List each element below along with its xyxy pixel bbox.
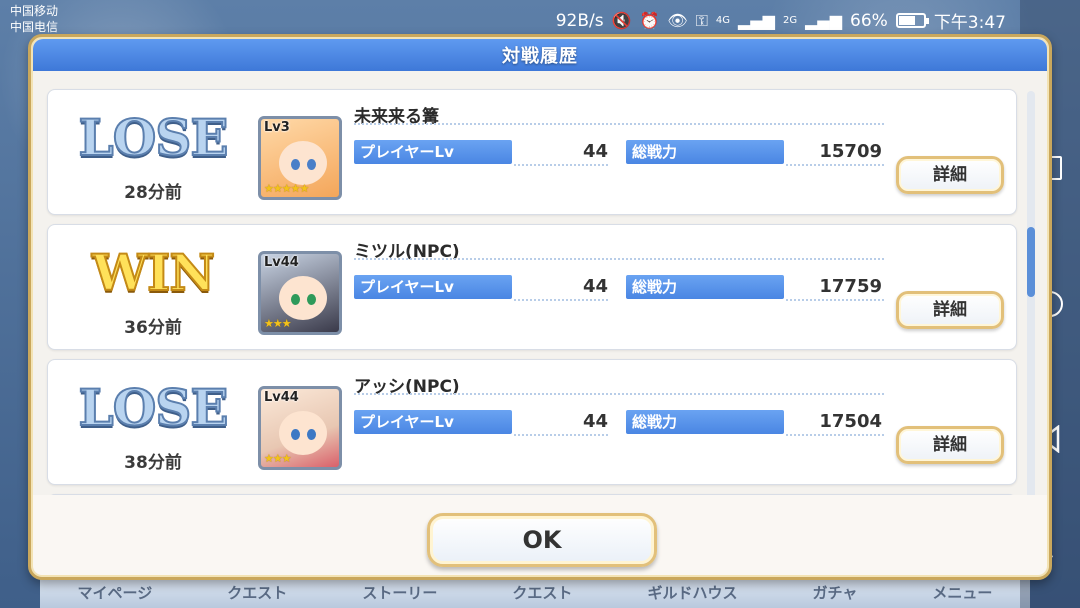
time-ago: 36分前 xyxy=(124,318,182,338)
network-type-2: 2G xyxy=(782,15,798,26)
result-label: LOSE xyxy=(78,107,230,168)
power-label: 総戦力 xyxy=(626,410,784,434)
battle-list[interactable]: LOSE 28分前 Lv3 ★★★★★ 未来来る篝 プレイヤーLv 44 総戦力… xyxy=(43,85,1023,503)
alarm-icon: ⏰ xyxy=(639,11,660,30)
player-lv-label: プレイヤーLv xyxy=(354,275,512,299)
power-value: 17759 xyxy=(819,276,882,297)
network-speed: 92B/s xyxy=(555,10,604,31)
player-lv-label: プレイヤーLv xyxy=(354,410,512,434)
character-portrait: Lv3 ★★★★★ xyxy=(258,116,342,200)
star-rating: ★★★ xyxy=(264,317,292,330)
character-portrait: Lv44 ★★★ xyxy=(258,386,342,470)
battle-card: LOSE 28分前 Lv3 ★★★★★ 未来来る篝 プレイヤーLv 44 総戦力… xyxy=(47,89,1017,215)
battery-icon xyxy=(895,13,929,28)
star-rating: ★★★★★ xyxy=(264,182,309,195)
signal-icon: ▂▄▆ xyxy=(738,11,775,30)
power-value: 17504 xyxy=(819,411,882,432)
bg-tab: クエスト xyxy=(227,583,288,602)
battle-card: WIN 36分前 Lv44 ★★★ ミツル(NPC) プレイヤーLv 44 総戦… xyxy=(47,224,1017,350)
power-label: 総戦力 xyxy=(626,275,784,299)
power-value: 15709 xyxy=(819,141,882,162)
scrollbar-thumb[interactable] xyxy=(1027,227,1035,297)
mute-icon: 🔇 xyxy=(611,11,632,30)
carrier-info: 中国移动 中国电信 xyxy=(10,3,58,35)
bg-tab: ガチャ xyxy=(812,583,858,602)
bg-tab: ギルドハウス xyxy=(647,583,738,602)
player-lv-value: 44 xyxy=(582,276,608,297)
detail-button[interactable]: 詳細 xyxy=(896,291,1004,329)
ok-button[interactable]: OK xyxy=(427,513,657,567)
player-lv-label: プレイヤーLv xyxy=(354,140,512,164)
portrait-level: Lv44 xyxy=(264,390,299,405)
stat-row: プレイヤーLv 44 総戦力 15709 xyxy=(354,140,884,166)
key-icon: ⚿ xyxy=(695,10,708,30)
bg-tab: メニュー xyxy=(932,583,993,602)
signal-icon: ▂▄▆ xyxy=(805,11,843,30)
portrait-level: Lv3 xyxy=(264,120,290,135)
clock: 下午3:47 xyxy=(933,13,1006,33)
battery-percent: 66% xyxy=(850,10,888,31)
eye-icon: 👁 xyxy=(667,11,688,30)
network-type-1: 4G xyxy=(715,15,731,26)
portrait-level: Lv44 xyxy=(264,255,299,270)
bg-tab: ストーリー xyxy=(362,583,438,602)
stat-row: プレイヤーLv 44 総戦力 17504 xyxy=(354,410,884,436)
player-lv-value: 44 xyxy=(582,411,608,432)
character-portrait: Lv44 ★★★ xyxy=(258,251,342,335)
battle-history-dialog: 対戦履歴 LOSE 28分前 Lv3 ★★★★★ 未来来る篝 プレイヤーLv 4… xyxy=(28,34,1052,580)
scrollbar[interactable] xyxy=(1027,91,1035,531)
dialog-title: 対戦履歴 xyxy=(502,46,578,67)
result-label: LOSE xyxy=(78,377,230,438)
result-label: WIN xyxy=(91,242,216,303)
name-underline xyxy=(354,123,884,125)
carrier-2: 中国电信 xyxy=(10,20,59,34)
time-ago: 28分前 xyxy=(124,183,182,203)
name-underline xyxy=(354,258,884,260)
bg-tab: クエスト xyxy=(512,583,573,602)
star-rating: ★★★ xyxy=(264,452,292,465)
detail-button[interactable]: 詳細 xyxy=(896,426,1004,464)
stat-row: プレイヤーLv 44 総戦力 17759 xyxy=(354,275,884,301)
detail-button[interactable]: 詳細 xyxy=(896,156,1004,194)
time-ago: 38分前 xyxy=(124,453,182,473)
battle-card: LOSE 38分前 Lv44 ★★★ アッシ(NPC) プレイヤーLv 44 総… xyxy=(47,359,1017,485)
status-indicators: 92B/s 🔇 ⏰ 👁 ⚿ 4G ▂▄▆ 2G ▂▄▆ 66% 下午3:47 xyxy=(555,8,1006,34)
power-label: 総戦力 xyxy=(626,140,784,164)
dialog-header: 対戦履歴 xyxy=(33,39,1047,71)
bg-tab: マイページ xyxy=(77,583,153,602)
carrier-1: 中国移动 xyxy=(10,4,59,18)
name-underline xyxy=(354,393,884,395)
player-lv-value: 44 xyxy=(582,141,608,162)
